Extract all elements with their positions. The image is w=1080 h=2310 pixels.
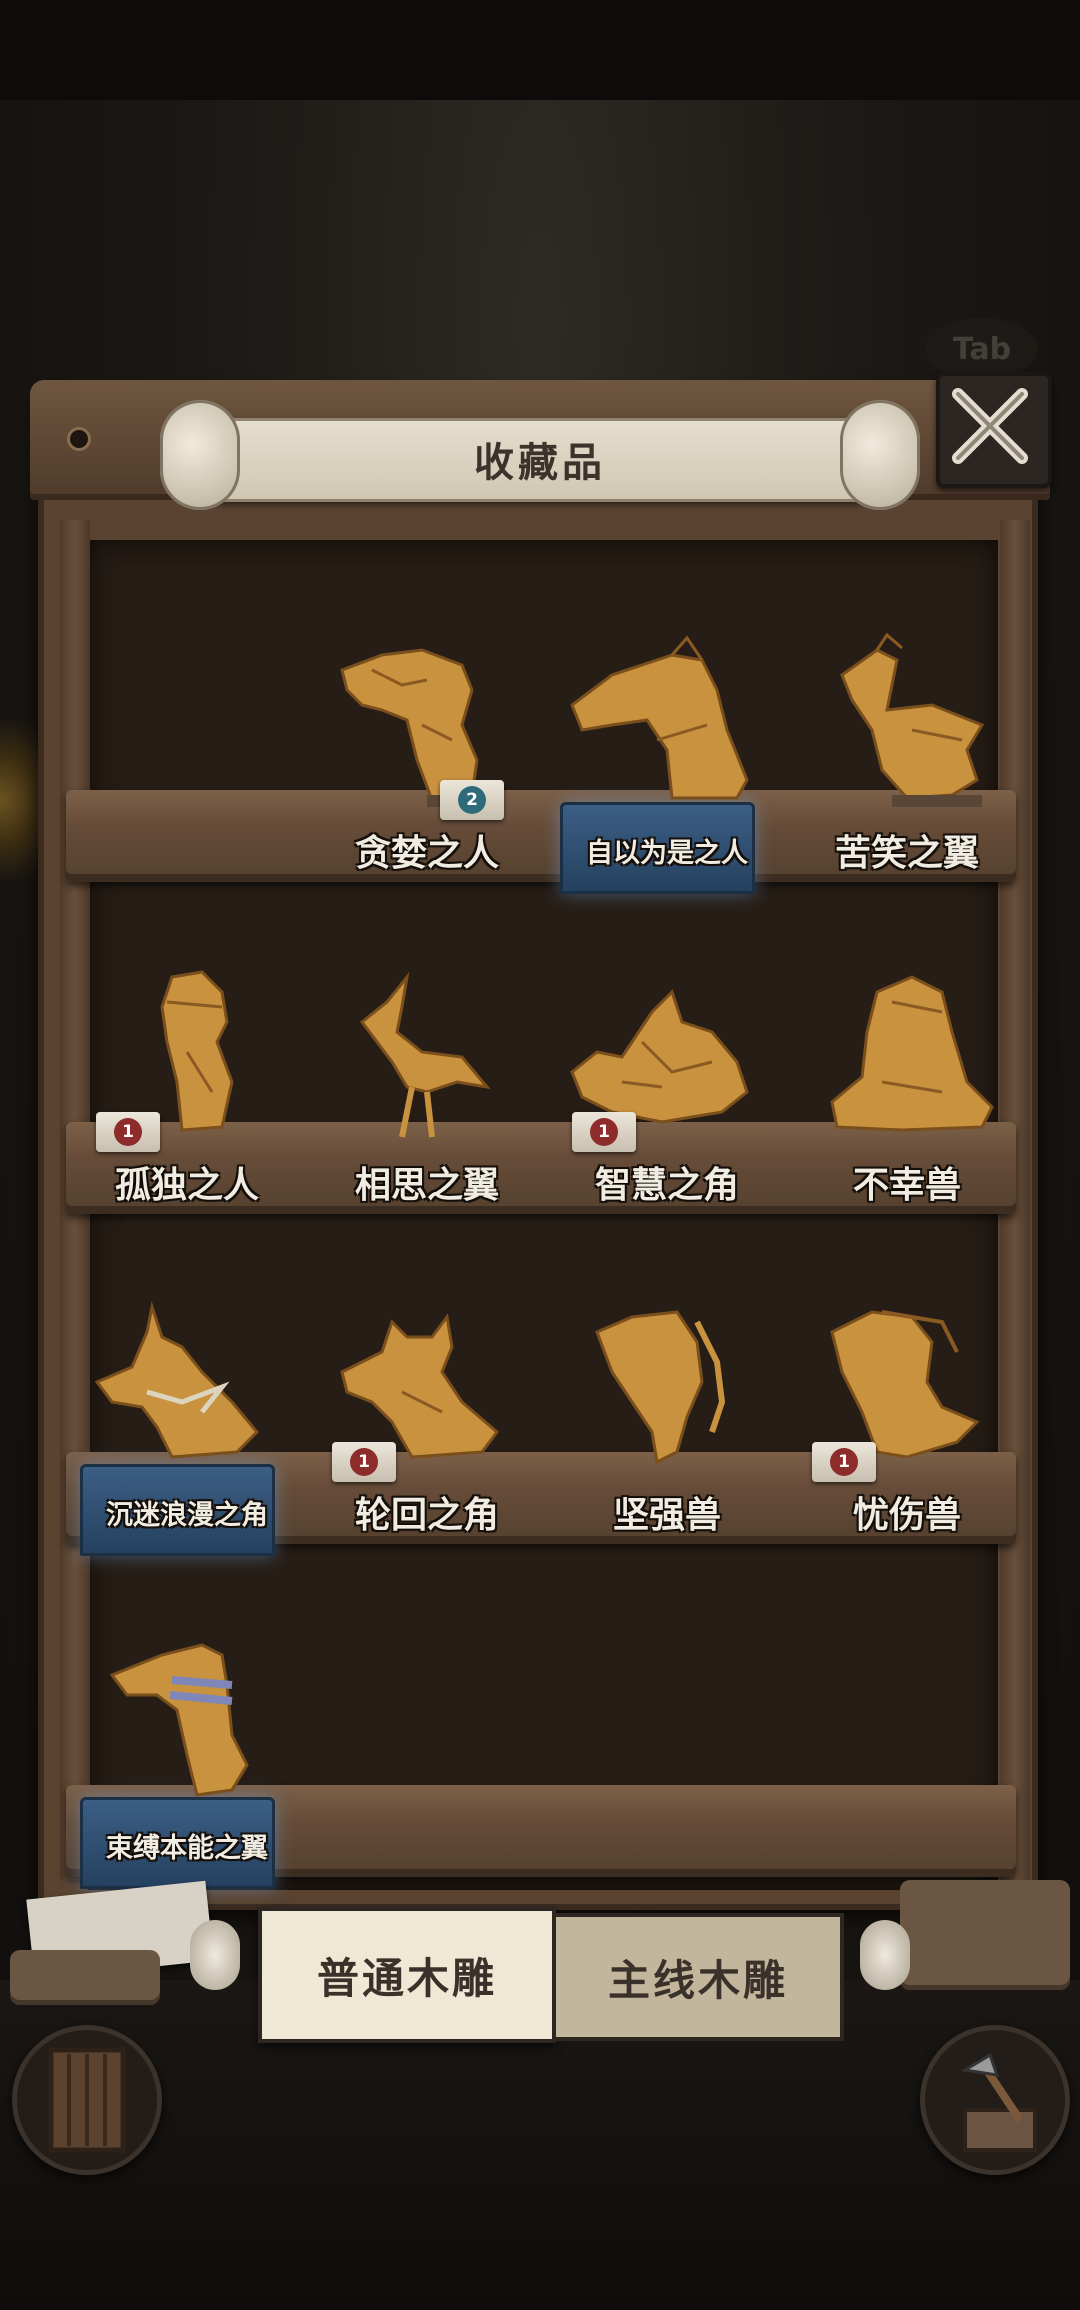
- item-label: 孤独之人: [114, 1165, 259, 1206]
- count-badge: 1: [96, 1112, 160, 1152]
- count-badge: 1: [572, 1112, 636, 1152]
- count-badge: 1: [332, 1442, 396, 1482]
- item-label: 沉迷浪漫之角: [106, 1499, 268, 1531]
- carving-item[interactable]: 1 孤独之人: [72, 962, 302, 1212]
- item-label: 智慧之角: [594, 1165, 739, 1206]
- carving-item[interactable]: 1 智慧之角: [552, 962, 782, 1212]
- rock-pile-right: [900, 1880, 1070, 1990]
- unlucky-beast-carving-icon: [830, 975, 994, 1132]
- longing-wing-carving-icon: [359, 971, 491, 1138]
- self-righteous-person-carving-icon: [570, 635, 749, 800]
- carving-item[interactable]: 沉迷浪漫之角: [72, 1292, 302, 1556]
- carving-item[interactable]: 2 贪婪之人: [312, 630, 542, 880]
- tab-main-carvings[interactable]: 主线木雕: [552, 1913, 844, 2041]
- close-button[interactable]: [936, 372, 1052, 488]
- door-icon: [48, 2047, 126, 2153]
- item-label: 相思之翼: [354, 1165, 499, 1206]
- carving-workbench-button[interactable]: [920, 2025, 1070, 2175]
- page-title: 收藏品: [474, 439, 606, 486]
- count-badge: 1: [812, 1442, 876, 1482]
- paper-roll-left: [190, 1920, 240, 1990]
- bound-instinct-wing-carving-icon: [109, 1643, 249, 1797]
- item-label: 贪婪之人: [354, 833, 499, 874]
- carving-item[interactable]: 不幸兽: [792, 962, 1022, 1212]
- item-label: 忧伤兽: [852, 1495, 961, 1536]
- rock-pile-left: [10, 1950, 160, 2005]
- strong-beast-carving-icon: [595, 1310, 726, 1465]
- item-label: 不幸兽: [852, 1165, 961, 1206]
- item-label: 轮回之角: [354, 1495, 499, 1536]
- item-label: 束缚本能之翼: [106, 1832, 268, 1864]
- axe-stump-icon: [960, 2052, 1037, 2152]
- door-button[interactable]: [12, 2025, 162, 2175]
- item-label: 自以为是之人: [586, 837, 748, 869]
- carving-item[interactable]: 自以为是之人: [552, 630, 782, 894]
- carving-item[interactable]: 相思之翼: [312, 962, 542, 1212]
- item-label: 苦笑之翼: [834, 833, 979, 874]
- status-bar-area: [0, 0, 1080, 100]
- nail-icon: [70, 430, 88, 448]
- count-badge: 2: [440, 780, 504, 820]
- title-scroll: 收藏品: [160, 390, 920, 515]
- item-label: 坚强兽: [612, 1495, 721, 1536]
- carving-item[interactable]: 1 忧伤兽: [792, 1292, 1022, 1542]
- carving-item[interactable]: 苦笑之翼: [792, 630, 1022, 880]
- romance-horn-carving-icon: [94, 1301, 260, 1459]
- bitter-smile-wing-carving-icon: [840, 632, 985, 807]
- tab-normal-carvings[interactable]: 普通木雕: [258, 1907, 556, 2043]
- carving-item[interactable]: 束缚本能之翼: [72, 1625, 302, 1889]
- carving-item[interactable]: 坚强兽: [552, 1292, 782, 1542]
- close-x-icon: [952, 388, 1028, 464]
- tab-key-hint: Tab: [926, 318, 1038, 380]
- greedy-person-carving-icon: [340, 648, 479, 807]
- paper-roll-right: [860, 1920, 910, 1990]
- carving-item[interactable]: 1 轮回之角: [312, 1292, 542, 1542]
